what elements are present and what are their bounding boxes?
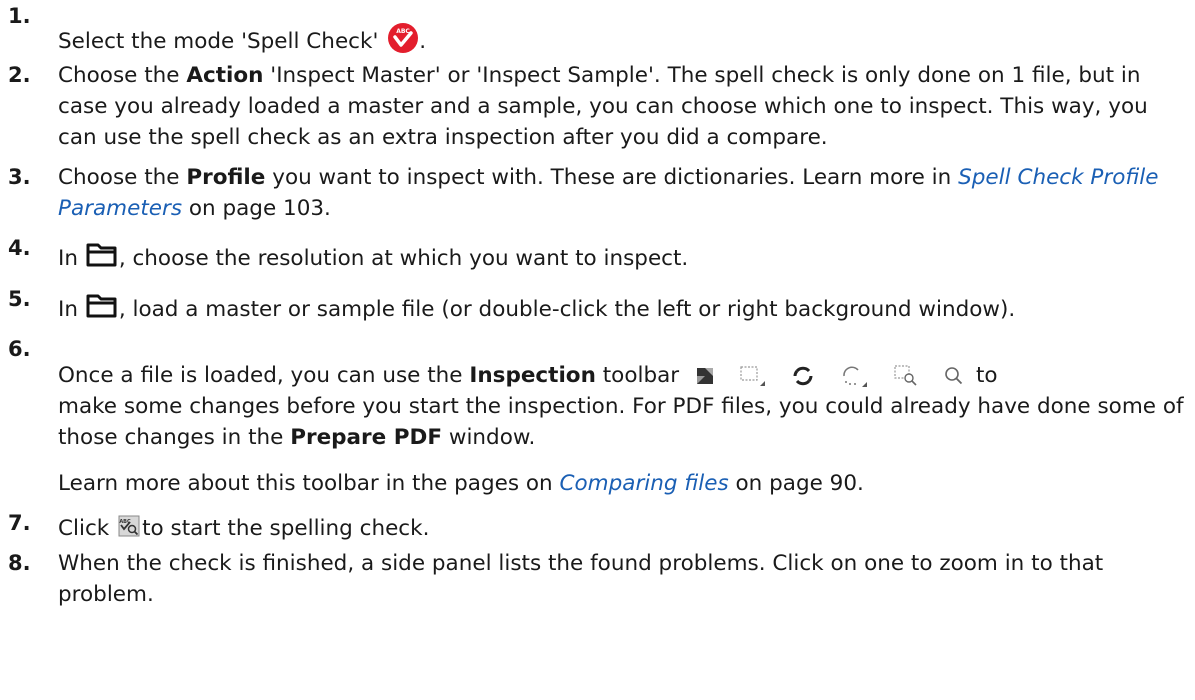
note-text: Learn more about this toolbar in the pag… bbox=[58, 471, 553, 496]
step-text-end: . bbox=[419, 29, 427, 54]
zoom-area-icon bbox=[894, 365, 917, 386]
step-text: Choose the bbox=[58, 165, 180, 190]
step-number: 8. bbox=[8, 551, 31, 575]
step-5: 5. In , load a master or sample file (or… bbox=[8, 283, 1188, 325]
step-7: 7. Click ABC to start the spelling check… bbox=[8, 507, 1188, 543]
step-1-text: Select the mode 'Spell Check' ABC . bbox=[58, 22, 426, 57]
step-text-cont: make some changes before you start the i… bbox=[58, 394, 1184, 450]
step-number: 3. bbox=[8, 165, 31, 189]
step-text-end: to bbox=[975, 363, 998, 388]
spell-check-mode-icon: ABC bbox=[387, 22, 419, 54]
start-spell-check-icon: ABC bbox=[118, 515, 140, 537]
profile-term: Profile bbox=[186, 165, 266, 190]
note-text-end: on page 90. bbox=[735, 471, 864, 496]
step-text-end: on page 103. bbox=[188, 196, 331, 221]
zoom-icon bbox=[945, 367, 963, 385]
step-text: In bbox=[58, 297, 78, 322]
step-text: In bbox=[58, 246, 78, 271]
step-text-end: to start the spelling check. bbox=[142, 516, 430, 541]
step-text-mid: toolbar bbox=[602, 363, 680, 388]
step-1: 1. Select the mode 'Spell Check' ABC . bbox=[8, 0, 1188, 57]
step-text: Click bbox=[58, 516, 110, 541]
step-6: 6. Once a file is loaded, you can use th… bbox=[8, 333, 1188, 499]
folder-icon bbox=[86, 292, 118, 320]
invert-icon bbox=[696, 368, 713, 384]
inspection-toolbar bbox=[696, 364, 968, 388]
inspection-term: Inspection bbox=[469, 363, 596, 388]
step-text: Once a file is loaded, you can use the bbox=[58, 363, 463, 388]
step-text: Choose the bbox=[58, 63, 180, 88]
rotate-icon bbox=[793, 366, 813, 386]
step-text: When the check is finished, a side panel… bbox=[58, 551, 1104, 607]
step-text-end: , load a master or sample file (or doubl… bbox=[118, 297, 1016, 322]
step-2: 2. Choose the Action 'Inspect Master' or… bbox=[8, 60, 1188, 153]
action-term: Action bbox=[186, 63, 264, 88]
step-8: 8. When the check is finished, a side pa… bbox=[8, 548, 1188, 610]
step-number: 6. bbox=[8, 337, 31, 361]
step-text-end2: window. bbox=[448, 425, 536, 450]
select-area-icon bbox=[740, 366, 765, 386]
comparing-files-link[interactable]: Comparing files bbox=[560, 471, 729, 496]
step-3: 3. Choose the Profile you want to inspec… bbox=[8, 162, 1188, 224]
instruction-document: 1. Select the mode 'Spell Check' ABC . 2… bbox=[8, 0, 1188, 610]
step-text: Select the mode 'Spell Check' bbox=[58, 29, 379, 54]
step-text-mid: you want to inspect with. These are dict… bbox=[272, 165, 952, 190]
step-4: 4. In , choose the resolution at which y… bbox=[8, 232, 1188, 274]
prepare-pdf-term: Prepare PDF bbox=[290, 425, 443, 450]
step-number: 4. bbox=[8, 236, 31, 260]
step-number: 2. bbox=[8, 63, 31, 87]
step-text-end: , choose the resolution at which you wan… bbox=[118, 246, 689, 271]
step-number: 5. bbox=[8, 287, 31, 311]
dotted-rotate-icon bbox=[843, 366, 867, 387]
step-number: 7. bbox=[8, 511, 31, 535]
step-number: 1. bbox=[8, 4, 31, 28]
step-6-note: Learn more about this toolbar in the pag… bbox=[58, 468, 1188, 499]
folder-icon bbox=[86, 241, 118, 269]
